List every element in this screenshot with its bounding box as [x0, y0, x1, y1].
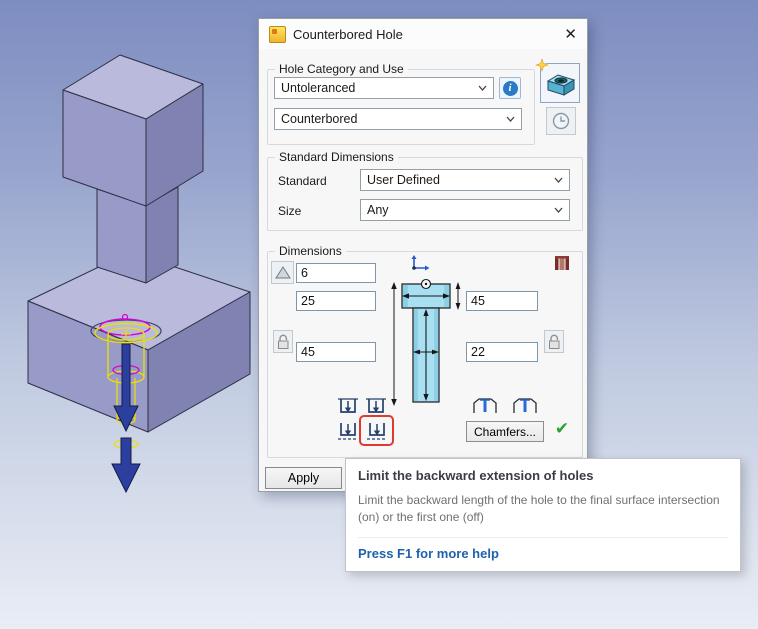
- tolerance-dropdown[interactable]: Untoleranced: [274, 77, 494, 99]
- chamfer-option-2[interactable]: [506, 395, 544, 417]
- chamfer-profile-icon: [513, 398, 537, 413]
- tooltip-title: Limit the backward extension of holes: [358, 468, 594, 483]
- hole-type-dropdown-value: Counterbored: [281, 112, 358, 126]
- sparkle-icon: [534, 57, 550, 73]
- size-label: Size: [278, 204, 302, 218]
- standard-dimensions-group-label: Standard Dimensions: [275, 150, 398, 164]
- hole-extension-limit-icon: [338, 423, 358, 440]
- counterbore-section-diagram: [391, 278, 461, 406]
- lock-right-button[interactable]: [544, 330, 564, 353]
- dimensions-group: Dimensions 6 25 45 45 22 Chamfers... ✔: [267, 244, 583, 458]
- standard-label: Standard: [278, 174, 327, 188]
- confirm-check-icon[interactable]: ✔: [551, 418, 573, 440]
- standard-dimensions-group: Standard Dimensions Standard User Define…: [267, 150, 583, 231]
- dimension-input-mid-right[interactable]: [466, 291, 538, 311]
- chamfer-option-1[interactable]: [466, 395, 504, 417]
- counterbored-hole-dialog: Counterbored Hole ✕ Hole Category and Us…: [258, 18, 588, 492]
- placement-axis-button[interactable]: [409, 253, 433, 275]
- limit-forward-extension-toggle[interactable]: [335, 420, 361, 442]
- help-tooltip: Limit the backward extension of holes Li…: [345, 458, 741, 572]
- chevron-down-icon: [506, 116, 515, 122]
- info-button[interactable]: i: [499, 77, 521, 99]
- extend-forward-toggle[interactable]: [335, 396, 361, 418]
- clock-icon: [552, 112, 570, 130]
- counterbore-preview-button[interactable]: [534, 57, 580, 103]
- close-icon[interactable]: ✕: [564, 27, 577, 42]
- thread-icon: [555, 256, 569, 270]
- dimension-input-bottom-left[interactable]: [296, 342, 376, 362]
- model-top-block[interactable]: [62, 54, 204, 207]
- hole-extension-limit-icon: [367, 423, 387, 440]
- tooltip-body: Limit the backward length of the hole to…: [358, 493, 720, 524]
- history-button[interactable]: [546, 107, 576, 135]
- countersink-angle-icon: [274, 265, 291, 278]
- application-window: Counterbored Hole ✕ Hole Category and Us…: [0, 0, 758, 629]
- dimensions-group-label: Dimensions: [275, 244, 346, 258]
- extend-through-toggle[interactable]: [363, 396, 389, 418]
- axis-icon: [411, 255, 430, 271]
- chevron-down-icon: [554, 207, 563, 213]
- hole-dialog-icon: [269, 25, 286, 43]
- dimension-input-bottom-right[interactable]: [466, 342, 538, 362]
- depth-direction-button[interactable]: [271, 261, 294, 284]
- limit-backward-extension-toggle[interactable]: [364, 420, 390, 442]
- press-f1-help-text: Press F1 for more help: [358, 536, 728, 561]
- chamfer-profile-icon: [473, 398, 497, 413]
- hole-extension-icon: [366, 398, 386, 413]
- chamfers-button[interactable]: Chamfers...: [466, 421, 544, 442]
- unlock-icon: [549, 334, 560, 349]
- apply-button[interactable]: Apply: [265, 467, 342, 489]
- hole-category-group: Hole Category and Use Untoleranced i Cou…: [267, 62, 535, 145]
- thread-button[interactable]: [554, 254, 572, 273]
- size-dropdown[interactable]: Any: [360, 199, 570, 221]
- standard-dropdown-value: User Defined: [367, 173, 440, 187]
- standard-dropdown[interactable]: User Defined: [360, 169, 570, 191]
- hole-type-dropdown[interactable]: Counterbored: [274, 108, 522, 130]
- dialog-titlebar[interactable]: Counterbored Hole ✕: [259, 19, 587, 49]
- dialog-title: Counterbored Hole: [293, 26, 403, 42]
- size-dropdown-value: Any: [367, 203, 389, 217]
- tolerance-dropdown-value: Untoleranced: [281, 81, 356, 95]
- chevron-down-icon: [478, 85, 487, 91]
- chevron-down-icon: [554, 177, 563, 183]
- lock-left-button[interactable]: [273, 330, 293, 353]
- dimension-input-top-left[interactable]: [296, 263, 376, 283]
- hole-category-group-label: Hole Category and Use: [275, 62, 408, 76]
- info-icon: i: [502, 80, 518, 96]
- unlock-icon: [278, 334, 289, 349]
- dimension-input-mid-left[interactable]: [296, 291, 376, 311]
- hole-extension-icon: [338, 398, 358, 413]
